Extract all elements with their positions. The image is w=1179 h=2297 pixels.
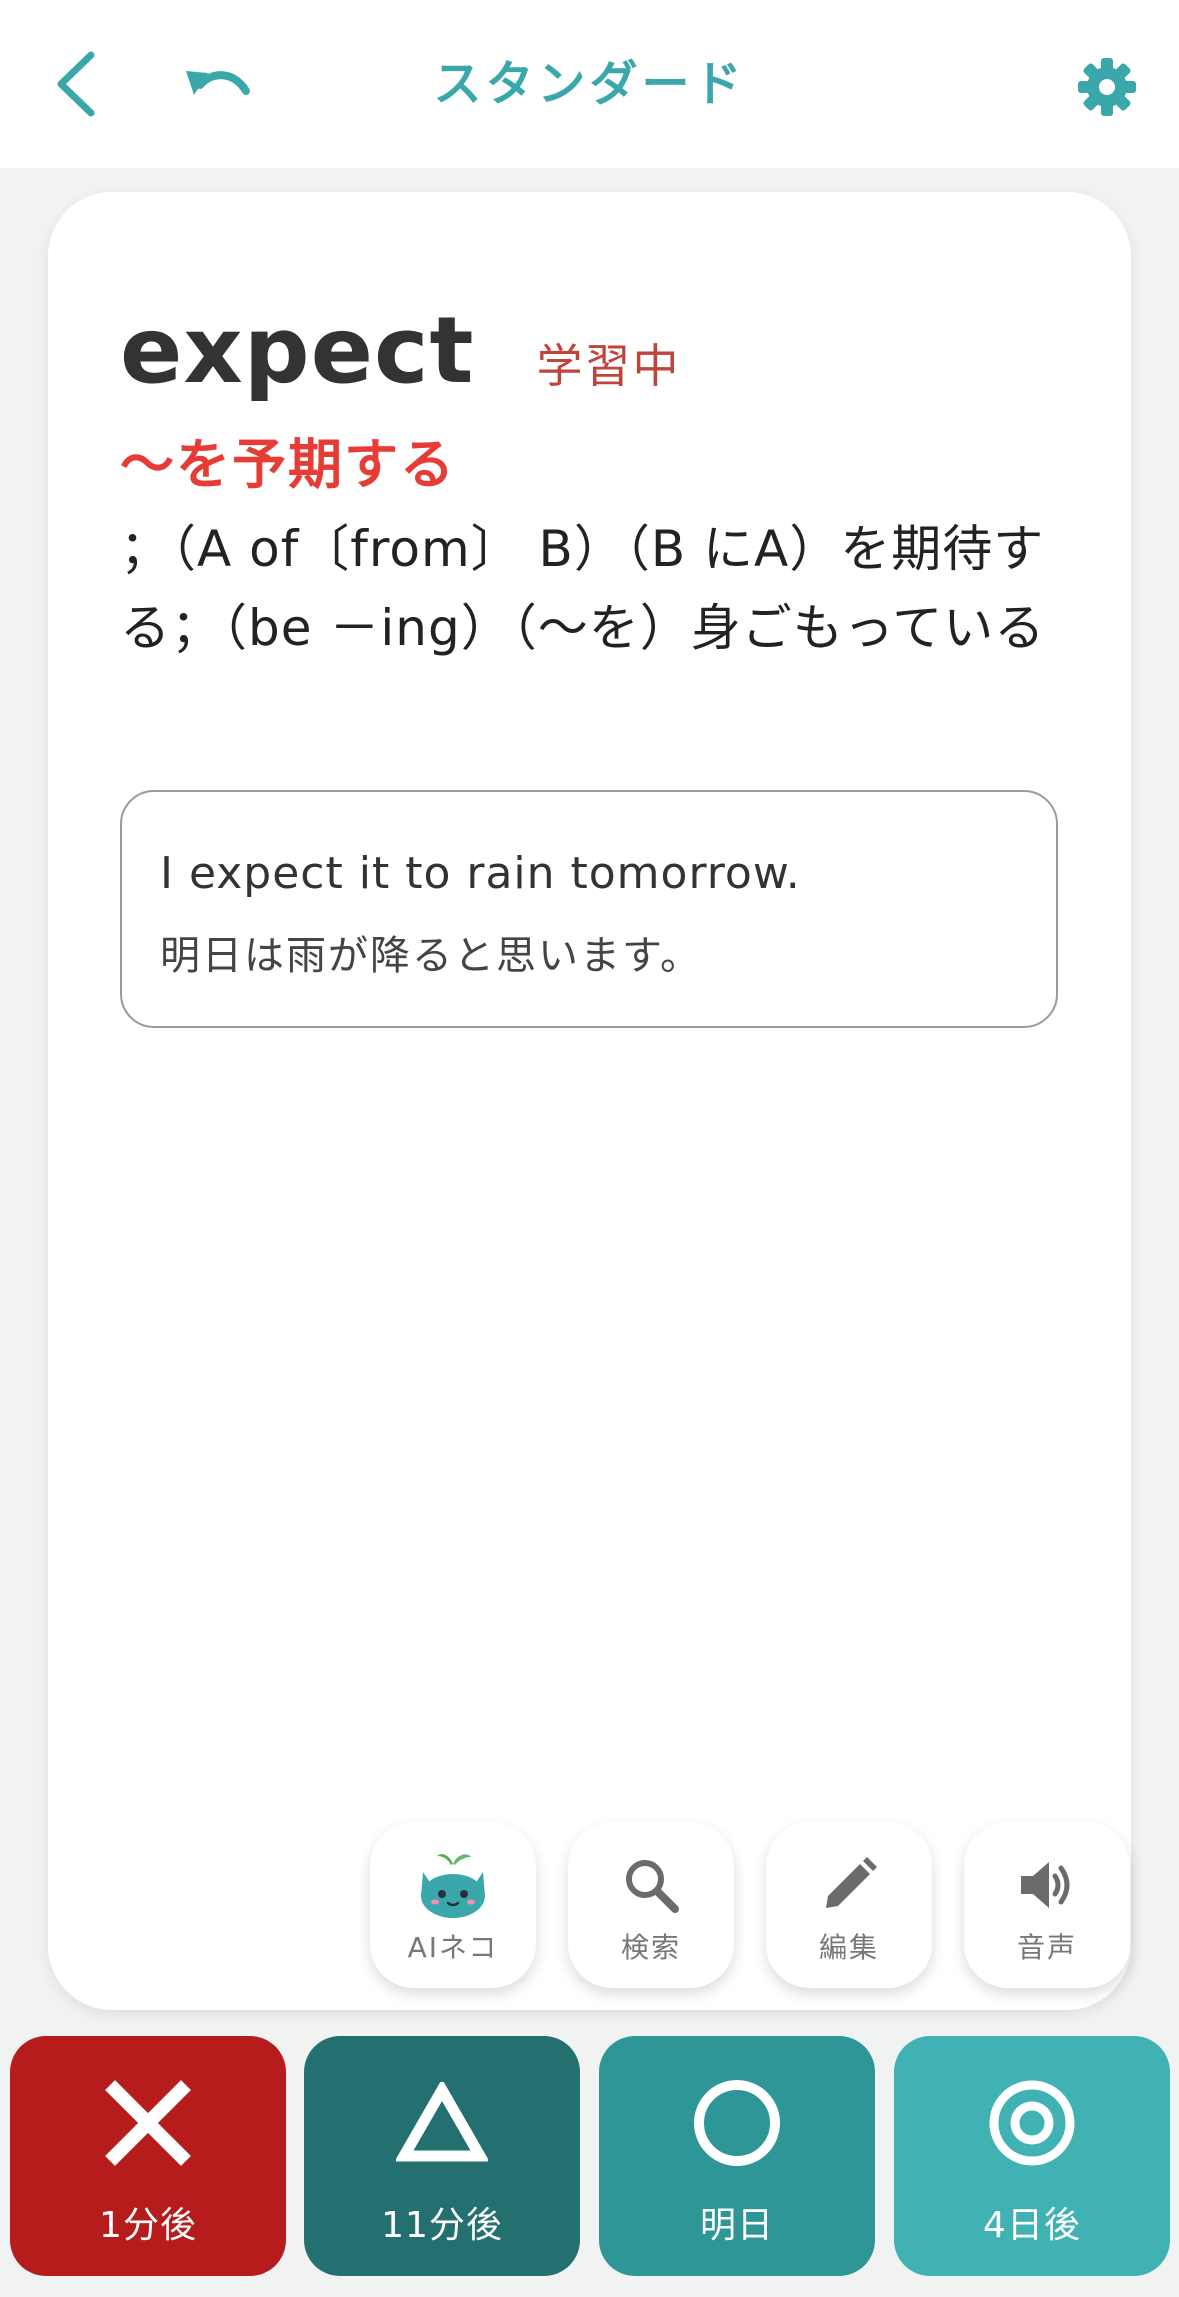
word-header: expect 学習中 [120, 296, 681, 406]
meaning-detail: ；（A of〔from〕 B）（B にA）を期待する；（be －ing）（〜を）… [120, 520, 1046, 657]
grade-hard-button[interactable]: 11分後 [304, 2036, 580, 2276]
top-bar: スタンダード [0, 0, 1179, 168]
grade-good-button[interactable]: 明日 [599, 2036, 875, 2276]
cat-icon [421, 1854, 485, 1918]
example-sentence-box: I expect it to rain tomorrow. 明日は雨が降ると思い… [120, 790, 1058, 1028]
triangle-icon [396, 2082, 488, 2162]
search-label: 検索 [620, 1931, 681, 1964]
ai-cat-button[interactable]: AIネコ [370, 1822, 536, 1988]
grade-good-label: 明日 [699, 2205, 774, 2246]
pencil-icon [826, 1857, 877, 1908]
voice-button[interactable]: 音声 [964, 1822, 1130, 1988]
search-button[interactable]: 検索 [568, 1822, 734, 1988]
edit-button[interactable]: 編集 [766, 1822, 932, 1988]
word-card[interactable]: expect 学習中 〜を予期する ；（A of〔from〕 B）（B にA）を… [48, 192, 1131, 2010]
search-icon [626, 1860, 679, 1913]
gear-icon [1078, 58, 1136, 116]
example-japanese: 明日は雨が降ると思います。 [160, 933, 702, 979]
grade-again-button[interactable]: 1分後 [10, 2036, 286, 2276]
voice-label: 音声 [1016, 1931, 1077, 1964]
cross-icon [105, 2080, 191, 2166]
ai-cat-label: AIネコ [407, 1931, 499, 1964]
primary-meaning: 〜を予期する [120, 433, 456, 496]
grade-easy-label: 4日後 [983, 2205, 1081, 2246]
grade-easy-button[interactable]: 4日後 [894, 2036, 1170, 2276]
edit-label: 編集 [818, 1931, 879, 1964]
example-english: I expect it to rain tomorrow. [160, 848, 801, 899]
speaker-icon [1021, 1862, 1070, 1908]
circle-icon [694, 2080, 780, 2166]
learning-status-label: 学習中 [536, 339, 681, 393]
settings-button[interactable] [1068, 48, 1146, 126]
double-circle-icon [989, 2080, 1075, 2166]
grade-hard-label: 11分後 [381, 2205, 503, 2246]
word-text: expect [120, 297, 475, 404]
grade-again-label: 1分後 [99, 2205, 197, 2246]
page-title: スタンダード [433, 56, 746, 112]
